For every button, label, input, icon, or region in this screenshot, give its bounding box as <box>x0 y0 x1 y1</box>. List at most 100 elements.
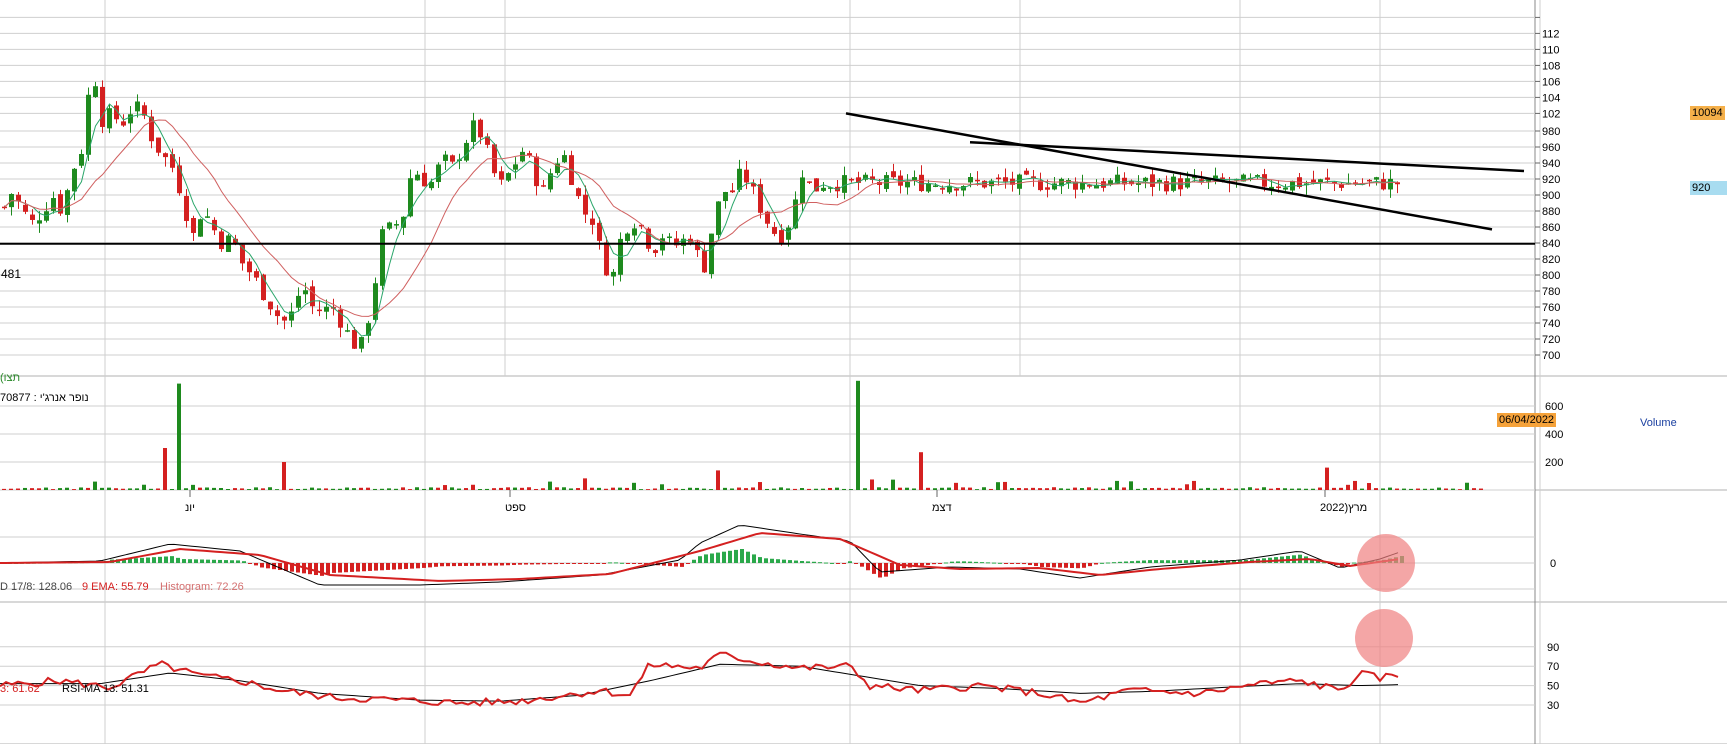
volume-bar <box>569 488 573 490</box>
macd-histogram-bar <box>446 563 450 567</box>
price-candle <box>933 185 938 187</box>
macd-histogram-bar <box>344 563 348 573</box>
volume-bar <box>884 488 888 490</box>
volume-bar <box>443 485 447 490</box>
price-candle <box>128 114 133 124</box>
price-candle <box>443 154 448 161</box>
price-tick-label: 108 <box>1542 60 1560 72</box>
macd-histogram-bar <box>1136 560 1140 563</box>
price-candle <box>205 216 210 218</box>
macd-histogram-bar <box>170 556 174 563</box>
macd-histogram-bar <box>602 563 606 564</box>
volume-bar <box>1290 488 1294 490</box>
macd-histogram-bar <box>428 563 432 568</box>
price-candle <box>576 188 581 197</box>
macd-histogram-bar <box>200 559 204 563</box>
macd-histogram-bar <box>482 563 486 566</box>
macd-tick-label: 0 <box>1550 558 1556 570</box>
price-candle <box>184 195 189 221</box>
volume-bar <box>940 487 944 490</box>
price-candle <box>940 188 945 190</box>
volume-bar <box>58 488 62 490</box>
volume-bar <box>534 488 538 490</box>
macd-histogram-bar <box>692 559 696 563</box>
macd-histogram-bar <box>980 562 984 564</box>
macd-histogram-bar <box>1034 563 1038 567</box>
macd-histogram-bar <box>824 562 828 564</box>
volume-bar <box>1234 488 1238 490</box>
macd-histogram-bar <box>1040 563 1044 567</box>
macd-histogram-bar <box>158 556 162 563</box>
volume-bar <box>44 487 48 490</box>
price-candle <box>1388 178 1393 190</box>
macd-histogram-bar <box>380 563 384 571</box>
price-candle <box>93 86 98 97</box>
macd-histogram-bar <box>560 563 564 565</box>
macd-histogram-bar <box>362 563 366 572</box>
price-candle <box>1003 177 1008 182</box>
stock-chart[interactable]: 700 720 740 760 780 800 820 840 860 880 900 920 940 9… <box>0 0 1727 745</box>
macd-histogram-bar <box>836 563 840 564</box>
volume-bar <box>828 487 832 490</box>
macd-histogram-bar <box>926 563 930 565</box>
macd-histogram-bar <box>752 554 756 563</box>
macd-histogram-bar <box>440 563 444 567</box>
price-candle <box>380 229 385 286</box>
volume-bar <box>947 487 951 490</box>
macd-histogram-bar <box>830 562 834 564</box>
volume-bar <box>324 488 328 490</box>
volume-bar <box>100 487 104 490</box>
volume-bar <box>1269 488 1273 490</box>
rsi-ma-line <box>0 663 1399 702</box>
volume-bar <box>1185 484 1189 490</box>
macd-histogram-bar <box>848 561 852 563</box>
macd-histogram-bar <box>728 550 732 563</box>
price-candle <box>23 204 28 212</box>
price-candle <box>107 108 112 129</box>
macd-histogram-bar <box>506 563 510 566</box>
volume-bar <box>1458 489 1462 490</box>
macd-histogram-bar <box>1190 560 1194 563</box>
macd-histogram-bar <box>374 563 378 571</box>
price-tick-label: 880 <box>1542 206 1560 218</box>
price-candle <box>317 309 322 312</box>
price-candle <box>996 177 1001 180</box>
macd-histogram-bar <box>224 560 228 563</box>
macd-histogram-bar <box>680 563 684 567</box>
macd-histogram-bar <box>572 563 576 564</box>
macd-histogram-bar <box>1118 561 1122 563</box>
chart-canvas[interactable]: 7007207407607808008208408608809009209409… <box>0 0 1727 745</box>
macd-histogram-bar <box>626 563 630 564</box>
macd-histogram-bar <box>938 563 942 564</box>
rsi-tick-label: 30 <box>1547 700 1559 712</box>
volume-bar <box>1374 488 1378 490</box>
macd-value-label: D 17/8: 128.06 <box>0 581 73 593</box>
macd-histogram-bar <box>434 563 438 567</box>
volume-bar <box>1178 488 1182 490</box>
price-candle <box>611 271 616 277</box>
price-candle <box>324 306 329 312</box>
price-tick-label: 102 <box>1542 108 1560 120</box>
price-candle <box>394 224 399 226</box>
macd-histogram-bar <box>470 563 474 566</box>
volume-bar <box>429 487 433 490</box>
volume-bar <box>1199 488 1203 490</box>
macd-histogram-bar <box>944 562 948 564</box>
price-candle <box>1024 170 1029 175</box>
volume-bar <box>933 488 937 490</box>
volume-bar <box>121 488 125 490</box>
macd-histogram-bar <box>1172 560 1176 563</box>
volume-bar <box>1262 487 1266 490</box>
macd-histogram-bar <box>524 563 528 565</box>
macd-histogram-bar <box>632 563 636 564</box>
macd-histogram-bar <box>554 563 558 565</box>
macd-histogram-bar <box>518 563 522 565</box>
volume-bar <box>1465 482 1469 490</box>
volume-bar <box>1304 488 1308 490</box>
volume-bar <box>240 488 244 490</box>
macd-histogram-bar <box>1346 563 1350 565</box>
macd-histogram-bar <box>548 563 552 565</box>
macd-histogram-bar <box>458 563 462 567</box>
macd-histogram-bar <box>932 563 936 565</box>
macd-histogram-bar <box>1016 563 1020 564</box>
